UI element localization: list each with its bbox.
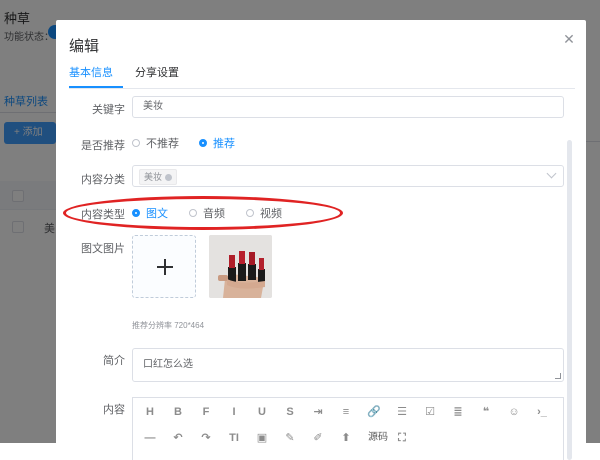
radio-label: 图文 <box>146 208 168 220</box>
close-icon[interactable]: ✕ <box>562 32 576 46</box>
lipstick-photo <box>209 235 272 298</box>
radio-label: 推荐 <box>213 138 235 150</box>
rich-text-editor[interactable]: H B F I U S ⇥ ≡ 🔗 ☰ ☑ ≣ ❝ ☺ ›_ — ↶ ↷ TI ▣ ✎ ✐ ⬆ 源码 ⛶ <box>132 397 564 460</box>
align-icon[interactable]: ≡ <box>337 403 355 421</box>
underline-icon[interactable]: U <box>253 403 271 421</box>
keyword-label: 关键字 <box>92 104 125 116</box>
scrollbar[interactable] <box>567 140 572 460</box>
intro-text: 口红怎么选 <box>143 359 193 370</box>
keyword-input[interactable]: 美妆 <box>132 96 564 118</box>
tag-label: 美妆 <box>144 172 163 182</box>
bold-icon[interactable]: B <box>169 403 187 421</box>
checkbox-icon[interactable]: ☑ <box>421 403 439 421</box>
radio-not-recommend[interactable]: 不推荐 <box>132 135 179 151</box>
radio-circle <box>199 139 207 147</box>
radio-label: 不推荐 <box>146 138 179 150</box>
active-tab-indicator <box>69 86 123 88</box>
radio-image-text[interactable]: 图文 <box>132 205 168 221</box>
radio-circle <box>189 209 197 217</box>
plus-icon <box>157 259 173 275</box>
radio-circle <box>132 209 140 217</box>
radio-video[interactable]: 视频 <box>246 205 282 221</box>
clear-format-icon[interactable]: TI <box>225 429 243 447</box>
upload-icon[interactable]: ⬆ <box>337 429 355 447</box>
pen-icon[interactable]: ✎ <box>281 429 299 447</box>
heading-icon[interactable]: H <box>141 403 159 421</box>
radio-circle <box>132 139 140 147</box>
resolution-hint: 推荐分辨率 720*464 <box>132 321 205 330</box>
recommend-label: 是否推荐 <box>81 140 125 152</box>
list-icon[interactable]: ☰ <box>393 403 411 421</box>
uploaded-image-thumbnail[interactable] <box>209 235 272 298</box>
font-icon[interactable]: F <box>197 403 215 421</box>
image-upload-button[interactable] <box>132 235 196 298</box>
tab-basic-info[interactable]: 基本信息 <box>69 66 113 80</box>
category-select[interactable]: 美妆 <box>132 165 564 187</box>
emoji-icon[interactable]: ☺ <box>505 403 523 421</box>
tab-share-settings[interactable]: 分享设置 <box>135 66 179 80</box>
chevron-down-icon[interactable] <box>546 168 557 179</box>
paragraph-icon[interactable]: ≣ <box>449 403 467 421</box>
fullscreen-icon[interactable]: ⛶ <box>393 429 411 447</box>
category-label: 内容分类 <box>81 174 125 186</box>
content-label: 内容 <box>103 404 125 416</box>
brush-icon[interactable]: ✐ <box>309 429 327 447</box>
edit-dialog: 编辑 ✕ 基本信息 分享设置 关键字 美妆 是否推荐 不推荐 推荐 内容分类 美… <box>56 20 586 460</box>
italic-icon[interactable]: I <box>225 403 243 421</box>
content-type-label: 内容类型 <box>81 209 125 221</box>
intro-label: 简介 <box>103 355 125 367</box>
category-tag: 美妆 <box>139 169 178 185</box>
quote-icon[interactable]: ❝ <box>477 403 495 421</box>
tag-close-icon[interactable] <box>165 173 173 181</box>
radio-label: 音频 <box>203 208 225 220</box>
undo-icon[interactable]: ↶ <box>169 429 187 447</box>
image-icon[interactable]: ▣ <box>253 429 271 447</box>
images-label: 图文图片 <box>81 243 125 255</box>
link-icon[interactable]: 🔗 <box>365 403 383 421</box>
strikethrough-icon[interactable]: S <box>281 403 299 421</box>
radio-recommend[interactable]: 推荐 <box>199 135 235 151</box>
intro-textarea[interactable]: 口红怎么选 <box>132 348 564 382</box>
resize-handle-icon[interactable] <box>555 373 561 379</box>
radio-label: 视频 <box>260 208 282 220</box>
hr-icon[interactable]: — <box>141 429 159 447</box>
code-icon[interactable]: ›_ <box>533 403 551 421</box>
dialog-tabs: 基本信息 分享设置 <box>69 66 575 89</box>
redo-icon[interactable]: ↷ <box>197 429 215 447</box>
radio-circle <box>246 209 254 217</box>
indent-icon[interactable]: ⇥ <box>309 403 327 421</box>
source-code-button[interactable]: 源码 <box>365 429 391 447</box>
radio-audio[interactable]: 音频 <box>189 205 225 221</box>
dialog-title: 编辑 <box>69 38 100 55</box>
